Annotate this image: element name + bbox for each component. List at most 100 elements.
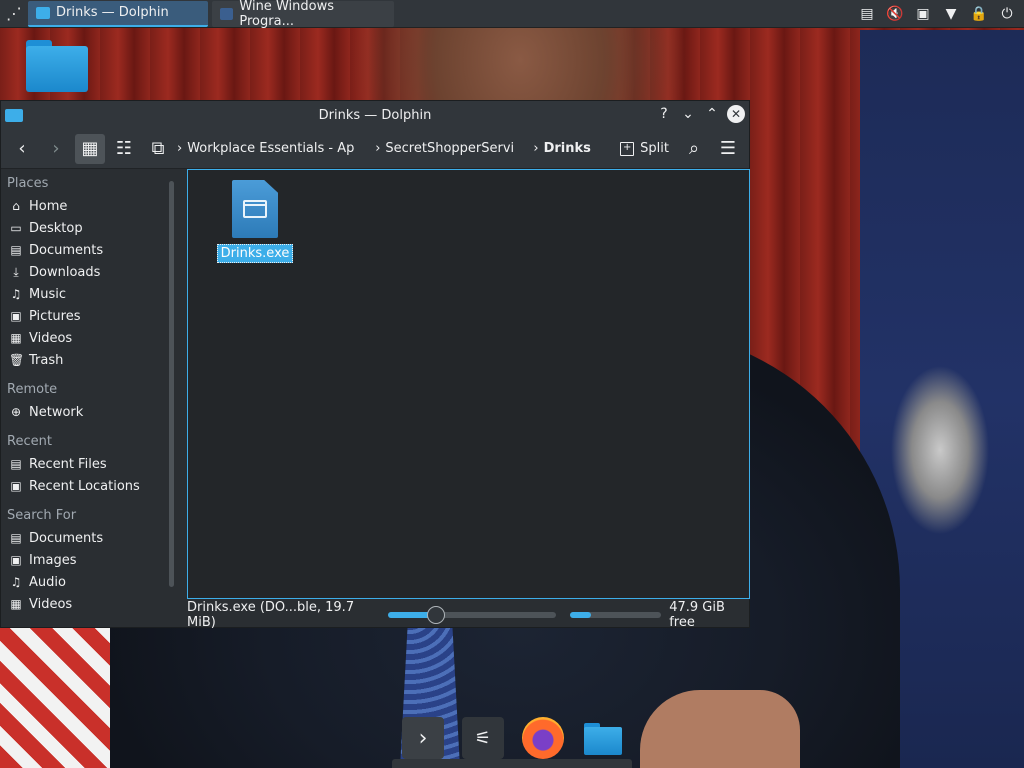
sidebar-item-pictures[interactable]: ▣ Pictures <box>1 305 163 327</box>
compact-view-button[interactable]: ☷ <box>109 134 139 164</box>
section-title-places: Places <box>7 176 49 191</box>
help-button[interactable]: ? <box>655 105 673 123</box>
sidebar-item-recent-files[interactable]: ▤ Recent Files <box>1 453 163 475</box>
back-button[interactable]: ‹ <box>7 134 37 164</box>
file-view[interactable]: Drinks.exe <box>187 169 750 599</box>
disk-space-bar <box>569 612 662 618</box>
desktop-icon: ▭ <box>10 221 22 235</box>
windows-executable-icon <box>232 180 278 238</box>
sidebar-item-documents[interactable]: ▤ Documents <box>1 239 163 261</box>
split-icon: + <box>620 141 635 156</box>
sidebar-item-home[interactable]: ⌂ Home <box>1 195 163 217</box>
sidebar-item-music[interactable]: ♫ Music <box>1 283 163 305</box>
search-icon: ⌕ <box>688 138 700 159</box>
wine-icon <box>220 7 234 20</box>
audio-icon: ♫ <box>10 575 22 589</box>
breadcrumb-label: SecretShopperServic <box>385 141 514 156</box>
zoom-slider-handle[interactable] <box>427 606 446 624</box>
sidebar-item-search-documents[interactable]: ▤ Documents <box>1 527 163 549</box>
volume-muted-icon[interactable]: 🔇 <box>886 6 904 22</box>
search-button[interactable]: ⌕ <box>679 134 709 164</box>
music-icon: ♫ <box>10 287 22 301</box>
window-titlebar[interactable]: Drinks — Dolphin ? ⌄ ⌃ ✕ <box>1 101 749 129</box>
home-icon: ⌂ <box>12 199 20 213</box>
taskbar-task-dolphin[interactable]: Drinks — Dolphin <box>28 0 208 27</box>
chevron-left-icon: ‹ <box>18 138 26 159</box>
maximize-button[interactable]: ⌃ <box>703 105 721 123</box>
top-panel: ⋰ Drinks — Dolphin Wine Windows Progra..… <box>0 0 1024 29</box>
free-space-label: 47.9 GiB free <box>669 600 725 630</box>
dolphin-app-icon <box>5 109 23 122</box>
compact-view-icon: ☷ <box>115 138 133 159</box>
section-title-recent: Recent <box>7 434 52 449</box>
window-title: Drinks — Dolphin <box>318 107 432 123</box>
split-button[interactable]: + Split <box>614 134 675 164</box>
icons-view-button[interactable]: ▦ <box>75 133 105 164</box>
toolbar: ‹ › ▦ ☷ ⧉ › Workplace Essentials - April… <box>1 129 749 169</box>
file-name: Drinks.exe <box>216 244 294 263</box>
section-title-search-for: Search For <box>7 508 77 523</box>
section-title-remote: Remote <box>7 382 58 397</box>
desktop-folder-icon[interactable] <box>26 40 88 92</box>
chevron-right-icon: › <box>375 141 381 156</box>
sidebar-item-network[interactable]: ⊕ Network <box>1 401 163 423</box>
expand-arrow-icon[interactable]: ▼ <box>942 6 960 22</box>
menu-button[interactable]: ☰ <box>713 134 743 164</box>
sidebar-scrollbar[interactable] <box>169 181 174 587</box>
split-label: Split <box>640 141 669 156</box>
network-icon: ⊕ <box>10 405 22 419</box>
sidebar-item-recent-locations[interactable]: ▣ Recent Locations <box>1 475 163 497</box>
dolphin-folder-icon[interactable] <box>582 717 624 759</box>
close-button[interactable]: ✕ <box>727 105 745 123</box>
chevron-right-icon: › <box>533 141 539 156</box>
forward-button[interactable]: › <box>41 134 71 164</box>
system-tray: ▤ 🔇 ▣ ▼ 🔒 ⏻ <box>858 6 1024 22</box>
chevron-right-icon: › <box>177 141 183 156</box>
breadcrumb-item[interactable]: › Workplace Essentials - April <box>177 141 355 156</box>
sidebar-item-downloads[interactable]: ⤓ Downloads <box>1 261 163 283</box>
selection-info: Drinks.exe (DO...ble, 19.7 MiB) <box>187 600 355 630</box>
chevron-right-icon: › <box>52 138 60 159</box>
taskbar-task-wine[interactable]: Wine Windows Progra... <box>212 0 394 29</box>
sidebar-item-search-audio[interactable]: ♫ Audio <box>1 571 163 593</box>
breadcrumb: › Workplace Essentials - April › SecretS… <box>177 141 610 156</box>
dolphin-icon <box>36 6 50 19</box>
sidebar-item-search-images[interactable]: ▣ Images <box>1 549 163 571</box>
power-icon[interactable]: ⏻ <box>998 6 1016 22</box>
images-icon: ▣ <box>10 553 22 567</box>
breadcrumb-label: Workplace Essentials - April <box>187 141 356 156</box>
task-label: Wine Windows Progra... <box>239 0 334 29</box>
wallpaper-hand <box>640 690 800 768</box>
downloads-icon: ⤓ <box>13 264 19 279</box>
videos-icon: ▦ <box>10 331 22 345</box>
documents-icon: ▤ <box>10 531 22 545</box>
firefox-icon[interactable] <box>522 717 564 759</box>
sidebar-item-videos[interactable]: ▦ Videos <box>1 327 163 349</box>
show-desktop-icon[interactable]: › <box>402 717 444 759</box>
details-view-button[interactable]: ⧉ <box>143 134 173 164</box>
places-panel: Places ⌂ Home ▭ Desktop ▤ Documents ⤓ Downlo… <box>1 169 163 629</box>
dolphin-window: Drinks — Dolphin ? ⌄ ⌃ ✕ ‹ › ▦ ☷ ⧉ › Wor… <box>0 100 750 630</box>
zoom-slider[interactable] <box>387 606 556 624</box>
clipboard-icon[interactable]: ▤ <box>858 6 876 22</box>
network-icon[interactable]: ▣ <box>914 6 932 22</box>
dock-panel-edge <box>392 759 632 768</box>
system-settings-icon[interactable]: ⚟ <box>462 717 504 759</box>
trash-icon: 🗑 <box>9 353 25 367</box>
details-view-icon: ⧉ <box>151 138 165 159</box>
disk-space-fill <box>569 612 592 618</box>
icons-view-icon: ▦ <box>81 138 99 159</box>
file-item[interactable]: Drinks.exe <box>216 180 294 263</box>
hamburger-menu-icon: ☰ <box>719 138 737 159</box>
status-bar: Drinks.exe (DO...ble, 19.7 MiB) 47.9 GiB… <box>1 600 749 630</box>
breadcrumb-item[interactable]: › SecretShopperServic <box>375 141 513 156</box>
application-launcher-icon[interactable]: ⋰ <box>0 0 28 28</box>
recent-files-icon: ▤ <box>10 457 22 471</box>
lock-icon[interactable]: 🔒 <box>970 6 988 22</box>
minimize-button[interactable]: ⌄ <box>679 105 697 123</box>
wallpaper-flag-left <box>0 620 110 768</box>
sidebar-item-trash[interactable]: 🗑 Trash <box>1 349 163 371</box>
breadcrumb-item-current[interactable]: › Drinks <box>533 141 591 156</box>
documents-icon: ▤ <box>10 243 22 257</box>
sidebar-item-desktop[interactable]: ▭ Desktop <box>1 217 163 239</box>
